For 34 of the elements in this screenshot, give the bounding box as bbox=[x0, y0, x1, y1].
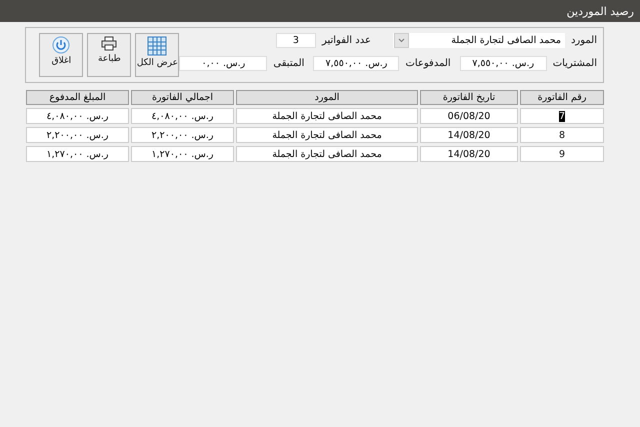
table-cell[interactable]: ر.س. ٢,٢٠٠,٠٠ bbox=[26, 127, 129, 143]
column-header[interactable]: المورد bbox=[236, 90, 418, 105]
total-field[interactable]: ر.س. ٧,٥٥٠,٠٠ bbox=[460, 56, 547, 70]
table-cell[interactable]: ر.س. ١,٢٧٠,٠٠ bbox=[26, 146, 129, 162]
supplier-label: المورد bbox=[570, 34, 597, 46]
table-cell[interactable]: محمد الصافى لتجارة الجملة bbox=[236, 146, 418, 162]
invoice-count-field[interactable]: 3 bbox=[276, 32, 316, 48]
total-label: المتبقى bbox=[273, 58, 304, 68]
table-cell[interactable]: 8 bbox=[520, 127, 604, 143]
table-cell[interactable]: ر.س. ٢,٢٠٠,٠٠ bbox=[131, 127, 234, 143]
total-field[interactable]: ر.س. ٠,٠٠ bbox=[179, 56, 268, 70]
total-field[interactable]: ر.س. ٧,٥٥٠,٠٠ bbox=[313, 56, 400, 70]
show-all-button[interactable]: عرض الكل bbox=[135, 33, 180, 77]
invoice-count-label: عدد الفواتير bbox=[322, 34, 371, 46]
supplier-dropdown[interactable]: محمد الصافى لتجارة الجملة bbox=[392, 32, 565, 48]
table-cell[interactable]: ر.س. ٤,٠٨٠,٠٠ bbox=[26, 108, 129, 124]
print-button[interactable]: طباعة bbox=[87, 33, 132, 77]
window-title: رصيد الموردين bbox=[566, 4, 634, 18]
table-cell[interactable]: محمد الصافى لتجارة الجملة bbox=[236, 127, 418, 143]
table-cell[interactable]: ر.س. ٤,٠٨٠,٠٠ bbox=[131, 108, 234, 124]
column-header[interactable]: المبلغ المدفوع bbox=[26, 90, 129, 105]
table-cell[interactable]: ر.س. ١,٢٧٠,٠٠ bbox=[131, 146, 234, 162]
table-cell[interactable]: 7 bbox=[520, 108, 604, 124]
table-cell[interactable]: 9 bbox=[520, 146, 604, 162]
column-header[interactable]: اجمالي الفاتورة bbox=[131, 90, 234, 105]
total-label: المدفوعات bbox=[405, 58, 451, 68]
table-cell[interactable]: 06/08/20 bbox=[420, 108, 518, 124]
table-cell[interactable]: محمد الصافى لتجارة الجملة bbox=[236, 108, 418, 124]
close-button[interactable]: اغلاق bbox=[39, 33, 84, 77]
column-header[interactable]: تاريخ الفاتورة bbox=[420, 90, 518, 105]
total-label: المشتريات bbox=[552, 58, 597, 68]
table-cell[interactable]: 14/08/20 bbox=[420, 146, 518, 162]
column-header[interactable]: رقم الفاتورة bbox=[520, 90, 604, 105]
table-cell[interactable]: 14/08/20 bbox=[420, 127, 518, 143]
